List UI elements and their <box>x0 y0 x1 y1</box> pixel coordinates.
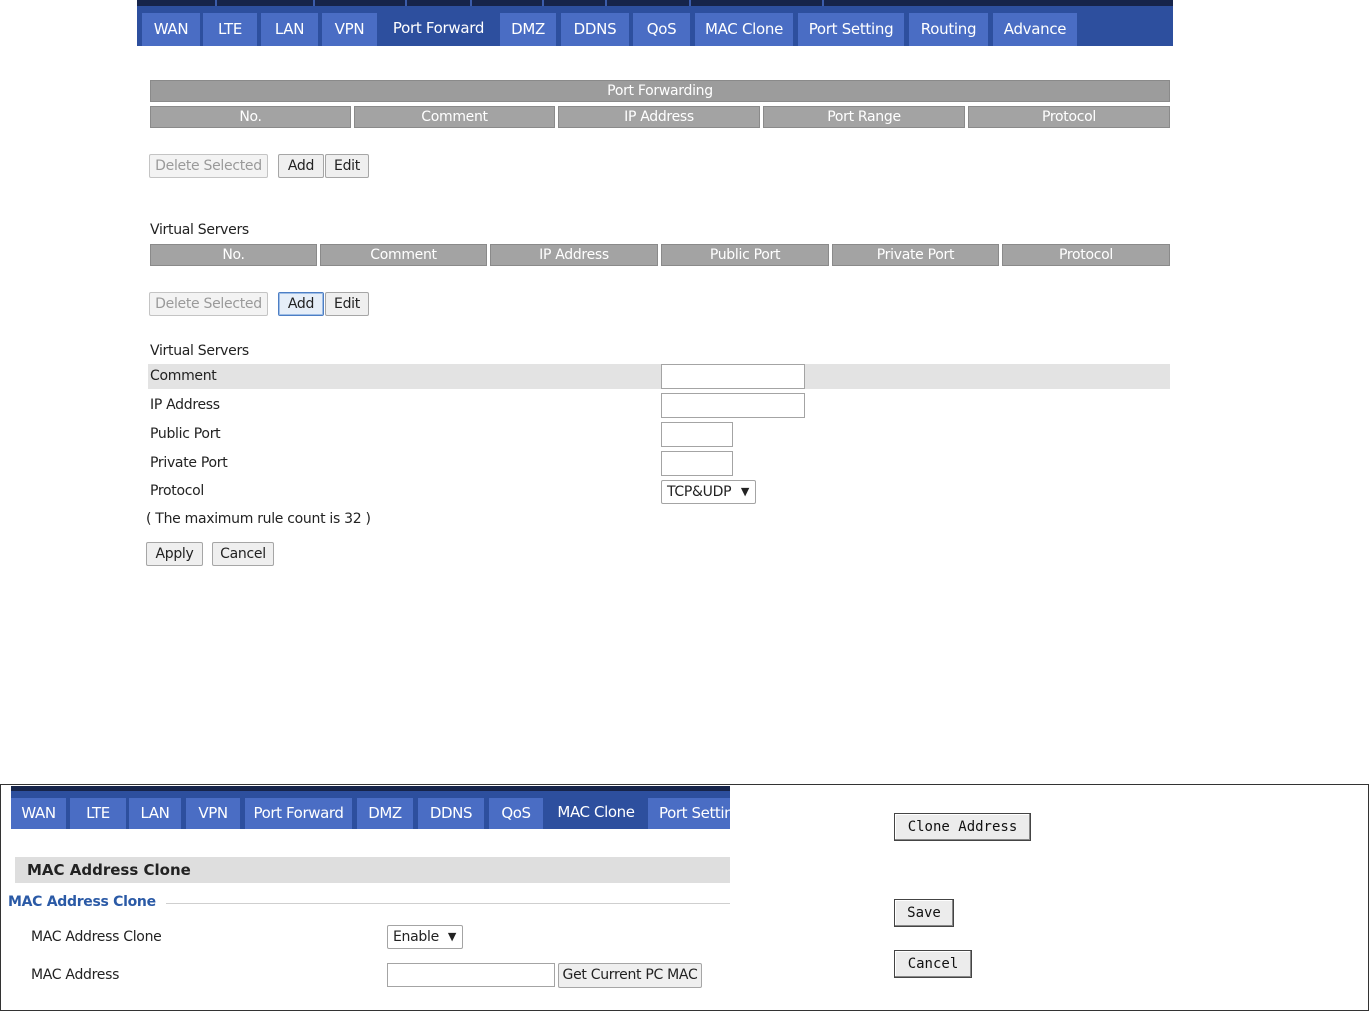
protocol-select[interactable]: TCP&UDP ▼ <box>661 480 756 504</box>
tab-port-setting[interactable]: Port Setting <box>798 13 904 46</box>
comment-input[interactable] <box>661 364 805 389</box>
top-nav-bar: WAN LTE LAN VPN Port Forward DMZ DDNS Qo… <box>137 0 1173 46</box>
cancel-button[interactable]: Cancel <box>212 542 274 566</box>
mac-section-header: MAC Address Clone <box>15 857 730 883</box>
port-forwarding-title: Port Forwarding <box>150 80 1170 102</box>
private-port-input[interactable] <box>661 451 733 476</box>
ip-address-label: IP Address <box>150 397 220 413</box>
tab2-port-forward[interactable]: Port Forward <box>245 798 352 829</box>
mac-fieldset-legend: MAC Address Clone <box>8 894 156 910</box>
tab-port-forward[interactable]: Port Forward <box>382 9 495 46</box>
tab-routing[interactable]: Routing <box>909 13 988 46</box>
pf-col-comment: Comment <box>354 106 555 128</box>
tab-dmz[interactable]: DMZ <box>500 13 556 46</box>
tab2-qos[interactable]: QoS <box>489 798 543 829</box>
mac-clone-label: MAC Address Clone <box>31 929 162 945</box>
tab2-ddns[interactable]: DDNS <box>418 798 484 829</box>
fieldset-divider <box>166 903 730 904</box>
vs-add-button[interactable]: Add <box>278 292 324 316</box>
vs-col-public-port: Public Port <box>661 244 829 266</box>
tab-vpn[interactable]: VPN <box>322 13 377 46</box>
mac-clone-select-value: Enable <box>393 929 439 945</box>
ip-address-input[interactable] <box>661 393 805 418</box>
mac-clone-select[interactable]: Enable ▼ <box>387 925 463 949</box>
protocol-label: Protocol <box>150 483 205 499</box>
get-current-pc-mac-button[interactable]: Get Current PC MAC <box>558 963 702 988</box>
vs-delete-selected-button[interactable]: Delete Selected <box>149 292 268 316</box>
tab2-wan[interactable]: WAN <box>11 798 66 829</box>
protocol-select-value: TCP&UDP <box>667 484 732 500</box>
tab2-port-setting[interactable]: Port Setting <box>648 798 730 829</box>
tab-mac-clone[interactable]: MAC Clone <box>695 13 793 46</box>
mac-panel-nav-strip <box>11 786 730 791</box>
tab2-lan[interactable]: LAN <box>129 798 181 829</box>
pf-col-protocol: Protocol <box>968 106 1170 128</box>
tab-lte[interactable]: LTE <box>203 13 257 46</box>
tab2-vpn[interactable]: VPN <box>186 798 240 829</box>
mac-clone-panel: WAN LTE LAN VPN Port Forward DMZ DDNS Qo… <box>0 784 1369 1011</box>
pf-add-button[interactable]: Add <box>278 154 324 178</box>
max-rule-note: ( The maximum rule count is 32 ) <box>146 511 371 527</box>
tab-lan[interactable]: LAN <box>261 13 318 46</box>
private-port-label: Private Port <box>150 455 228 471</box>
tab-wan[interactable]: WAN <box>142 13 200 46</box>
chevron-down-icon: ▼ <box>447 930 456 943</box>
clone-address-button[interactable]: Clone Address <box>894 813 1031 841</box>
mac-address-label: MAC Address <box>31 967 120 983</box>
comment-row-highlight <box>148 364 1170 389</box>
pf-edit-button[interactable]: Edit <box>325 154 369 178</box>
tab-qos[interactable]: QoS <box>633 13 690 46</box>
tab-ddns[interactable]: DDNS <box>561 13 629 46</box>
tab2-dmz[interactable]: DMZ <box>357 798 413 829</box>
mac-cancel-button[interactable]: Cancel <box>894 950 972 978</box>
pf-delete-selected-button[interactable]: Delete Selected <box>149 154 268 178</box>
vs-col-no: No. <box>150 244 317 266</box>
vs-col-private-port: Private Port <box>832 244 999 266</box>
pf-col-port-range: Port Range <box>763 106 965 128</box>
tab-advance[interactable]: Advance <box>993 13 1077 46</box>
tab2-lte[interactable]: LTE <box>70 798 126 829</box>
virtual-servers-table-title: Virtual Servers <box>150 222 249 238</box>
vs-edit-button[interactable]: Edit <box>325 292 369 316</box>
mac-address-input[interactable] <box>387 963 555 987</box>
top-nav-strip <box>137 0 1173 6</box>
vs-col-comment: Comment <box>320 244 487 266</box>
mac-panel-nav-bar: WAN LTE LAN VPN Port Forward DMZ DDNS Qo… <box>11 786 730 829</box>
vs-col-protocol: Protocol <box>1002 244 1170 266</box>
apply-button[interactable]: Apply <box>146 542 203 566</box>
public-port-label: Public Port <box>150 426 221 442</box>
pf-col-no: No. <box>150 106 351 128</box>
public-port-input[interactable] <box>661 422 733 447</box>
vs-col-ip-address: IP Address <box>490 244 658 266</box>
pf-col-ip-address: IP Address <box>558 106 760 128</box>
comment-label: Comment <box>150 368 217 384</box>
virtual-servers-form-title: Virtual Servers <box>150 343 249 359</box>
chevron-down-icon: ▼ <box>740 485 749 498</box>
tab2-mac-clone[interactable]: MAC Clone <box>548 794 644 829</box>
save-button[interactable]: Save <box>894 899 954 927</box>
